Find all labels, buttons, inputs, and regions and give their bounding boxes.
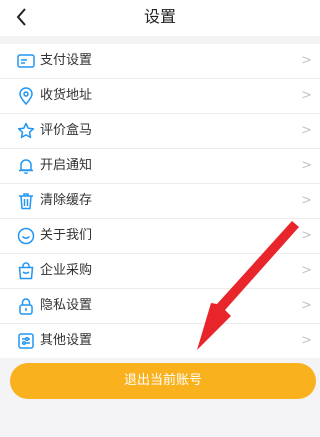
lock-icon: [16, 296, 36, 316]
settings-item-notifications[interactable]: 开启通知 >: [0, 149, 320, 184]
settings-item-other[interactable]: 其他设置 >: [0, 324, 320, 358]
settings-item-about[interactable]: 关于我们 >: [0, 219, 320, 254]
shopping-bag-icon: [16, 261, 36, 281]
chevron-right-icon: >: [301, 263, 312, 278]
settings-item-label: 其他设置: [40, 333, 93, 348]
page-title: 设置: [143, 7, 176, 26]
star-icon: [16, 121, 36, 141]
settings-item-label: 隐私设置: [40, 298, 93, 313]
chevron-right-icon: >: [301, 193, 312, 208]
settings-item-label: 清除缓存: [40, 193, 93, 208]
chevron-right-icon: >: [301, 333, 312, 348]
chevron-right-icon: >: [301, 123, 312, 138]
settings-item-enterprise[interactable]: 企业采购 >: [0, 254, 320, 289]
chevron-right-icon: >: [301, 88, 312, 103]
bell-icon: [16, 156, 36, 176]
chevron-right-icon: >: [301, 298, 312, 313]
settings-item-privacy[interactable]: 隐私设置 >: [0, 289, 320, 324]
settings-item-label: 收货地址: [40, 88, 93, 103]
header-bar: 设置: [0, 0, 320, 36]
logout-button[interactable]: 退出当前账号: [10, 363, 316, 399]
settings-list: 支付设置 > 收货地址 > 评价盒马 > 开启通知 > 清除缓存 > 关于我们 …: [0, 44, 320, 358]
location-pin-icon: [16, 86, 36, 106]
settings-item-label: 关于我们: [40, 228, 93, 243]
chevron-right-icon: >: [301, 158, 312, 173]
settings-item-label: 开启通知: [40, 158, 93, 173]
smile-icon: [16, 226, 36, 246]
sliders-icon: [16, 331, 36, 351]
trash-icon: [16, 191, 36, 211]
settings-item-label: 支付设置: [40, 53, 93, 68]
settings-item-address[interactable]: 收货地址 >: [0, 79, 320, 114]
settings-item-payment[interactable]: 支付设置 >: [0, 44, 320, 79]
chevron-right-icon: >: [301, 53, 312, 68]
chevron-right-icon: >: [301, 228, 312, 243]
settings-item-label: 企业采购: [40, 263, 93, 278]
back-button[interactable]: [10, 5, 34, 29]
settings-item-rate[interactable]: 评价盒马 >: [0, 114, 320, 149]
card-icon: [16, 51, 36, 71]
settings-item-label: 评价盒马: [40, 123, 93, 138]
chevron-left-icon: [16, 8, 26, 26]
settings-item-clear-cache[interactable]: 清除缓存 >: [0, 184, 320, 219]
